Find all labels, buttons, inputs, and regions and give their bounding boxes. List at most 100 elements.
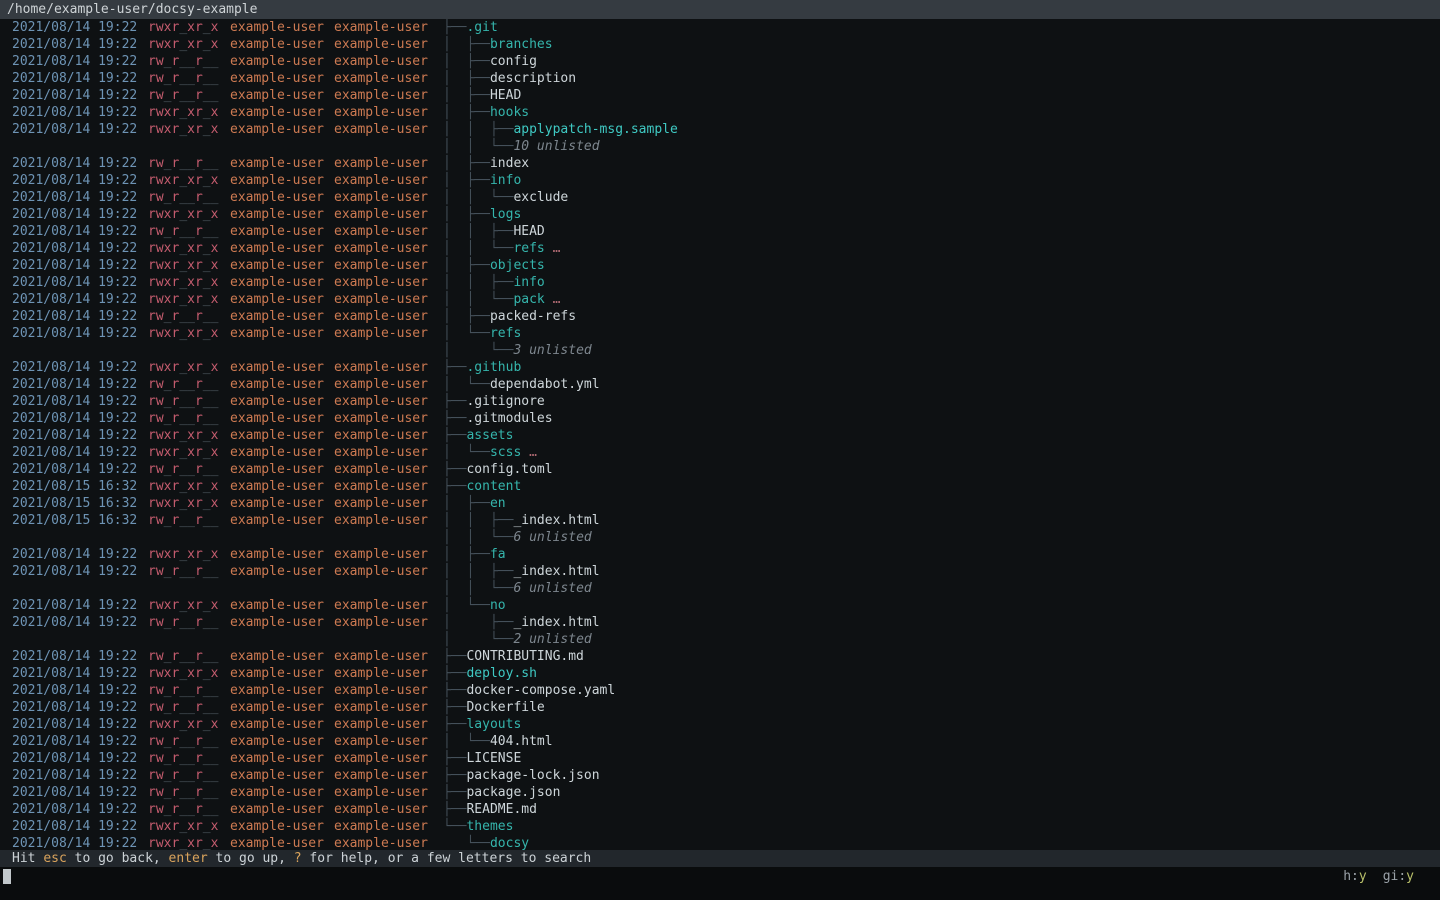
- owner: example-user: [230, 444, 334, 461]
- tree-branch-lines: │ └──: [443, 597, 490, 614]
- tree-row[interactable]: 2021/08/14 19:22rwxr_xr_xexample-userexa…: [0, 19, 1440, 36]
- modified-date: 2021/08/14 19:22: [12, 172, 148, 189]
- group: example-user: [334, 274, 430, 291]
- dir-name: hooks: [490, 104, 529, 121]
- group: example-user: [334, 393, 430, 410]
- owner: example-user: [230, 155, 334, 172]
- toggle-gitignore: gi:y: [1383, 869, 1414, 885]
- modified-date: 2021/08/14 19:22: [12, 36, 148, 53]
- tree-row[interactable]: 2021/08/14 19:22rw_r__r__example-userexa…: [0, 648, 1440, 665]
- tree-row[interactable]: 2021/08/14 19:22rwxr_xr_xexample-userexa…: [0, 206, 1440, 223]
- permissions: rwxr_xr_x: [148, 240, 230, 257]
- permissions: rw_r__r__: [148, 189, 230, 206]
- tree-row[interactable]: 2021/08/14 19:22rw_r__r__example-userexa…: [0, 750, 1440, 767]
- group: example-user: [334, 427, 430, 444]
- tree-row[interactable]: 2021/08/14 19:22rw_r__r__example-userexa…: [0, 461, 1440, 478]
- owner: example-user: [230, 767, 334, 784]
- file-name: config: [490, 53, 537, 70]
- tree-row[interactable]: 2021/08/14 19:22rwxr_xr_xexample-userexa…: [0, 665, 1440, 682]
- modified-date: 2021/08/14 19:22: [12, 393, 148, 410]
- owner: example-user: [230, 801, 334, 818]
- owner: example-user: [230, 835, 334, 850]
- tree-row[interactable]: 2021/08/14 19:22rw_r__r__example-userexa…: [0, 155, 1440, 172]
- tree-row[interactable]: 2021/08/14 19:22rwxr_xr_xexample-userexa…: [0, 818, 1440, 835]
- tree-row[interactable]: 2021/08/15 16:32rwxr_xr_xexample-userexa…: [0, 495, 1440, 512]
- group: example-user: [334, 19, 430, 36]
- dir-name: objects: [490, 257, 545, 274]
- tree-row[interactable]: 2021/08/14 19:22rw_r__r__example-userexa…: [0, 682, 1440, 699]
- permissions: rw_r__r__: [148, 682, 230, 699]
- tree-row[interactable]: 2021/08/14 19:22rw_r__r__example-userexa…: [0, 308, 1440, 325]
- tree-row[interactable]: 2021/08/15 16:32rwxr_xr_xexample-userexa…: [0, 478, 1440, 495]
- tree-row[interactable]: 2021/08/14 19:22rw_r__r__example-userexa…: [0, 784, 1440, 801]
- dir-name: refs: [513, 240, 544, 257]
- modified-date: 2021/08/14 19:22: [12, 240, 148, 257]
- modified-date: 2021/08/14 19:22: [12, 308, 148, 325]
- group: example-user: [334, 308, 430, 325]
- tree-row[interactable]: 2021/08/14 19:22rwxr_xr_xexample-userexa…: [0, 36, 1440, 53]
- owner: example-user: [230, 546, 334, 563]
- tree-row[interactable]: 2021/08/14 19:22rw_r__r__example-userexa…: [0, 87, 1440, 104]
- tree-row[interactable]: 2021/08/14 19:22rw_r__r__example-userexa…: [0, 733, 1440, 750]
- tree-row[interactable]: 2021/08/14 19:22rw_r__r__example-userexa…: [0, 563, 1440, 580]
- file-name: docker-compose.yaml: [466, 682, 615, 699]
- permissions: rw_r__r__: [148, 461, 230, 478]
- file-name: index: [490, 155, 529, 172]
- tree-row[interactable]: 2021/08/14 19:22rwxr_xr_xexample-userexa…: [0, 427, 1440, 444]
- modified-date: 2021/08/15 16:32: [12, 512, 148, 529]
- file-name: Dockerfile: [466, 699, 544, 716]
- permissions: rw_r__r__: [148, 614, 230, 631]
- exe-file-name: applypatch-msg.sample: [513, 121, 677, 138]
- tree-row[interactable]: 2021/08/14 19:22rwxr_xr_xexample-userexa…: [0, 274, 1440, 291]
- tree-branch-lines: │ ├──: [443, 546, 490, 563]
- tree-row[interactable]: 2021/08/14 19:22rw_r__r__example-userexa…: [0, 767, 1440, 784]
- tree-branch-lines: ├──: [443, 716, 466, 733]
- tree-row[interactable]: 2021/08/14 19:22rwxr_xr_xexample-userexa…: [0, 444, 1440, 461]
- tree-row[interactable]: 2021/08/14 19:22rwxr_xr_xexample-userexa…: [0, 121, 1440, 138]
- truncation-ellipsis: …: [545, 291, 561, 308]
- tree-row[interactable]: 2021/08/14 19:22rw_r__r__example-userexa…: [0, 699, 1440, 716]
- tree-row[interactable]: 2021/08/14 19:22rwxr_xr_xexample-userexa…: [0, 240, 1440, 257]
- tree-branch-lines: │ └──: [443, 631, 513, 648]
- tree-row[interactable]: 2021/08/14 19:22rwxr_xr_xexample-userexa…: [0, 359, 1440, 376]
- tree-row[interactable]: 2021/08/14 19:22rw_r__r__example-userexa…: [0, 410, 1440, 427]
- dir-name: en: [490, 495, 506, 512]
- tree-row[interactable]: 2021/08/14 19:22rwxr_xr_xexample-userexa…: [0, 104, 1440, 121]
- tree-row[interactable]: 2021/08/15 16:32rw_r__r__example-userexa…: [0, 512, 1440, 529]
- tree-row[interactable]: 2021/08/14 19:22rw_r__r__example-userexa…: [0, 70, 1440, 87]
- group: example-user: [334, 495, 430, 512]
- tree-row[interactable]: 2021/08/14 19:22rw_r__r__example-userexa…: [0, 614, 1440, 631]
- input-cursor[interactable]: [3, 869, 11, 884]
- tree-row[interactable]: 2021/08/14 19:22rw_r__r__example-userexa…: [0, 189, 1440, 206]
- tree-row[interactable]: 2021/08/14 19:22rw_r__r__example-userexa…: [0, 223, 1440, 240]
- tree-branch-lines: │ ├──: [443, 87, 490, 104]
- tree-row[interactable]: 2021/08/14 19:22rwxr_xr_xexample-userexa…: [0, 325, 1440, 342]
- permissions: rwxr_xr_x: [148, 478, 230, 495]
- modified-date: 2021/08/14 19:22: [12, 291, 148, 308]
- tree-row[interactable]: 2021/08/14 19:22rwxr_xr_xexample-userexa…: [0, 597, 1440, 614]
- tree-row[interactable]: 2021/08/14 19:22rwxr_xr_xexample-userexa…: [0, 257, 1440, 274]
- group: example-user: [334, 359, 430, 376]
- tree-branch-lines: ├──: [443, 393, 466, 410]
- esc-key-hint: esc: [43, 851, 66, 866]
- tree-row[interactable]: 2021/08/14 19:22rwxr_xr_xexample-userexa…: [0, 716, 1440, 733]
- tree-row[interactable]: 2021/08/14 19:22rwxr_xr_xexample-userexa…: [0, 291, 1440, 308]
- owner: example-user: [230, 240, 334, 257]
- tree-row[interactable]: 2021/08/14 19:22rw_r__r__example-userexa…: [0, 376, 1440, 393]
- tree-row[interactable]: 2021/08/14 19:22rw_r__r__example-userexa…: [0, 53, 1440, 70]
- tree-row[interactable]: 2021/08/14 19:22rwxr_xr_xexample-userexa…: [0, 172, 1440, 189]
- tree-row[interactable]: 2021/08/14 19:22rw_r__r__example-userexa…: [0, 801, 1440, 818]
- group: example-user: [334, 444, 430, 461]
- modified-date: 2021/08/14 19:22: [12, 87, 148, 104]
- permissions: rw_r__r__: [148, 563, 230, 580]
- owner: example-user: [230, 172, 334, 189]
- tree-row[interactable]: 2021/08/14 19:22rwxr_xr_xexample-userexa…: [0, 546, 1440, 563]
- tree-row[interactable]: 2021/08/14 19:22rw_r__r__example-userexa…: [0, 393, 1440, 410]
- group: example-user: [334, 682, 430, 699]
- dir-name: assets: [466, 427, 513, 444]
- group: example-user: [334, 257, 430, 274]
- tree-row[interactable]: 2021/08/14 19:22rwxr_xr_xexample-userexa…: [0, 835, 1440, 850]
- permissions: rw_r__r__: [148, 648, 230, 665]
- group: example-user: [334, 121, 430, 138]
- search-input-bar[interactable]: h:ygi:y: [0, 867, 1440, 900]
